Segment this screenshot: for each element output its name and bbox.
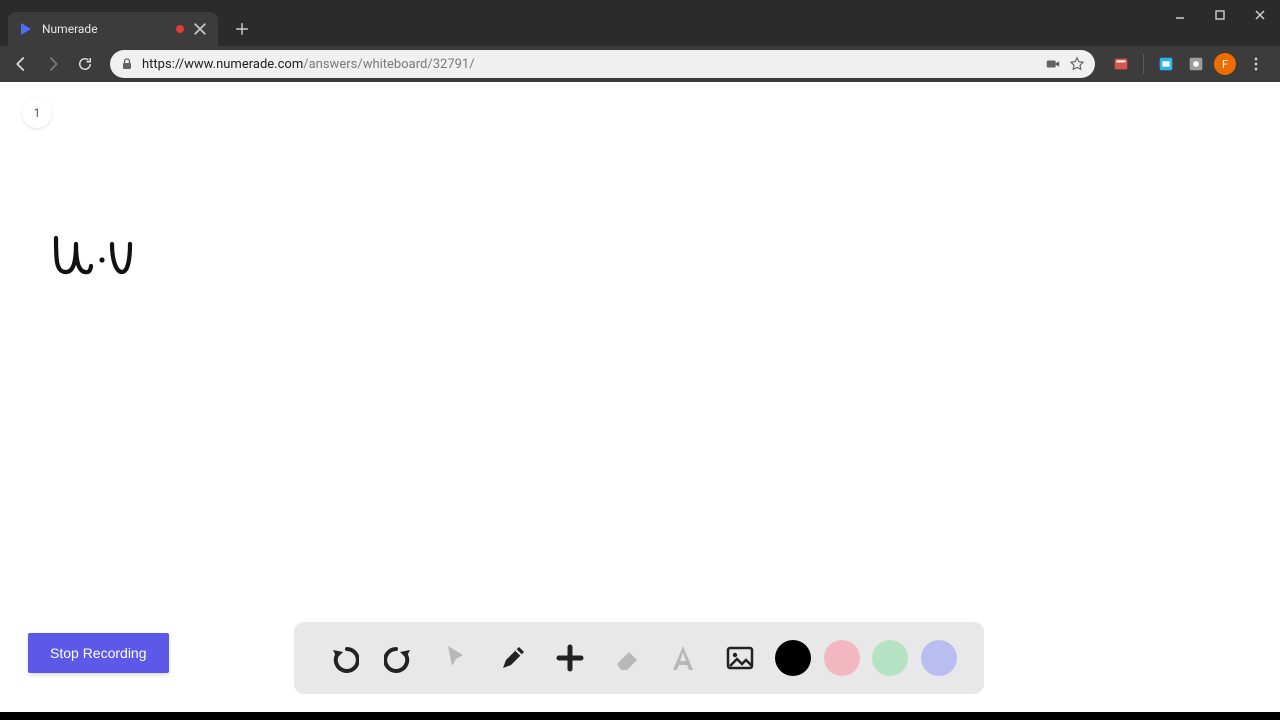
recording-indicator-icon xyxy=(176,25,184,33)
extensions-area: F xyxy=(1105,50,1274,78)
color-swatch-violet[interactable] xyxy=(921,640,957,676)
color-swatch-black[interactable] xyxy=(775,640,811,676)
new-tab-button[interactable] xyxy=(228,15,256,43)
avatar-letter: F xyxy=(1222,58,1228,71)
text-tool-button[interactable] xyxy=(661,636,705,680)
numerade-favicon xyxy=(18,21,34,37)
page-number-badge[interactable]: 1 xyxy=(22,98,52,128)
tab-title: Numerade xyxy=(42,22,168,36)
lock-icon xyxy=(120,57,134,71)
tab-close-button[interactable] xyxy=(192,21,208,37)
window-maximize-button[interactable] xyxy=(1200,0,1240,30)
stop-recording-label: Stop Recording xyxy=(50,645,147,661)
image-tool-button[interactable] xyxy=(718,636,762,680)
add-tool-button[interactable] xyxy=(548,636,592,680)
extension-icon-3[interactable] xyxy=(1184,52,1208,76)
url-scheme: https:// xyxy=(142,57,184,72)
window-minimize-button[interactable] xyxy=(1160,0,1200,30)
stop-recording-button[interactable]: Stop Recording xyxy=(28,633,169,673)
window-close-button[interactable] xyxy=(1240,0,1280,30)
browser-tab[interactable]: Numerade xyxy=(8,12,218,46)
undo-button[interactable] xyxy=(321,636,365,680)
nav-reload-button[interactable] xyxy=(70,49,100,79)
pointer-tool-button[interactable] xyxy=(434,636,478,680)
bookmark-star-icon[interactable] xyxy=(1069,56,1085,72)
color-swatch-pink[interactable] xyxy=(824,640,860,676)
url-path: /answers/whiteboard/32791/ xyxy=(303,57,474,72)
letterbox-bar xyxy=(0,712,1280,720)
profile-avatar[interactable]: F xyxy=(1214,53,1236,75)
redo-button[interactable] xyxy=(378,636,422,680)
extension-icon-2[interactable] xyxy=(1154,52,1178,76)
eraser-tool-button[interactable] xyxy=(605,636,649,680)
extension-icon-1[interactable] xyxy=(1109,52,1133,76)
browser-toolbar: https://www.numerade.com/answers/whitebo… xyxy=(0,46,1280,82)
handwriting-u-dot-v xyxy=(50,230,170,290)
whiteboard-canvas[interactable]: 1 Stop Recording xyxy=(0,82,1280,720)
nav-back-button[interactable] xyxy=(6,49,36,79)
pencil-tool-button[interactable] xyxy=(491,636,535,680)
whiteboard-toolbar xyxy=(294,622,984,694)
window-controls xyxy=(1160,0,1280,46)
url-text: https://www.numerade.com/answers/whitebo… xyxy=(142,57,1037,72)
window-titlebar: Numerade xyxy=(0,0,1280,46)
url-host: www.numerade.com xyxy=(184,57,303,72)
nav-forward-button[interactable] xyxy=(38,49,68,79)
extension-divider xyxy=(1143,54,1144,74)
color-swatch-green[interactable] xyxy=(872,640,908,676)
camera-indicator-icon[interactable] xyxy=(1045,56,1061,72)
address-bar[interactable]: https://www.numerade.com/answers/whitebo… xyxy=(110,50,1095,78)
page-number: 1 xyxy=(34,106,41,120)
browser-menu-button[interactable] xyxy=(1242,50,1270,78)
